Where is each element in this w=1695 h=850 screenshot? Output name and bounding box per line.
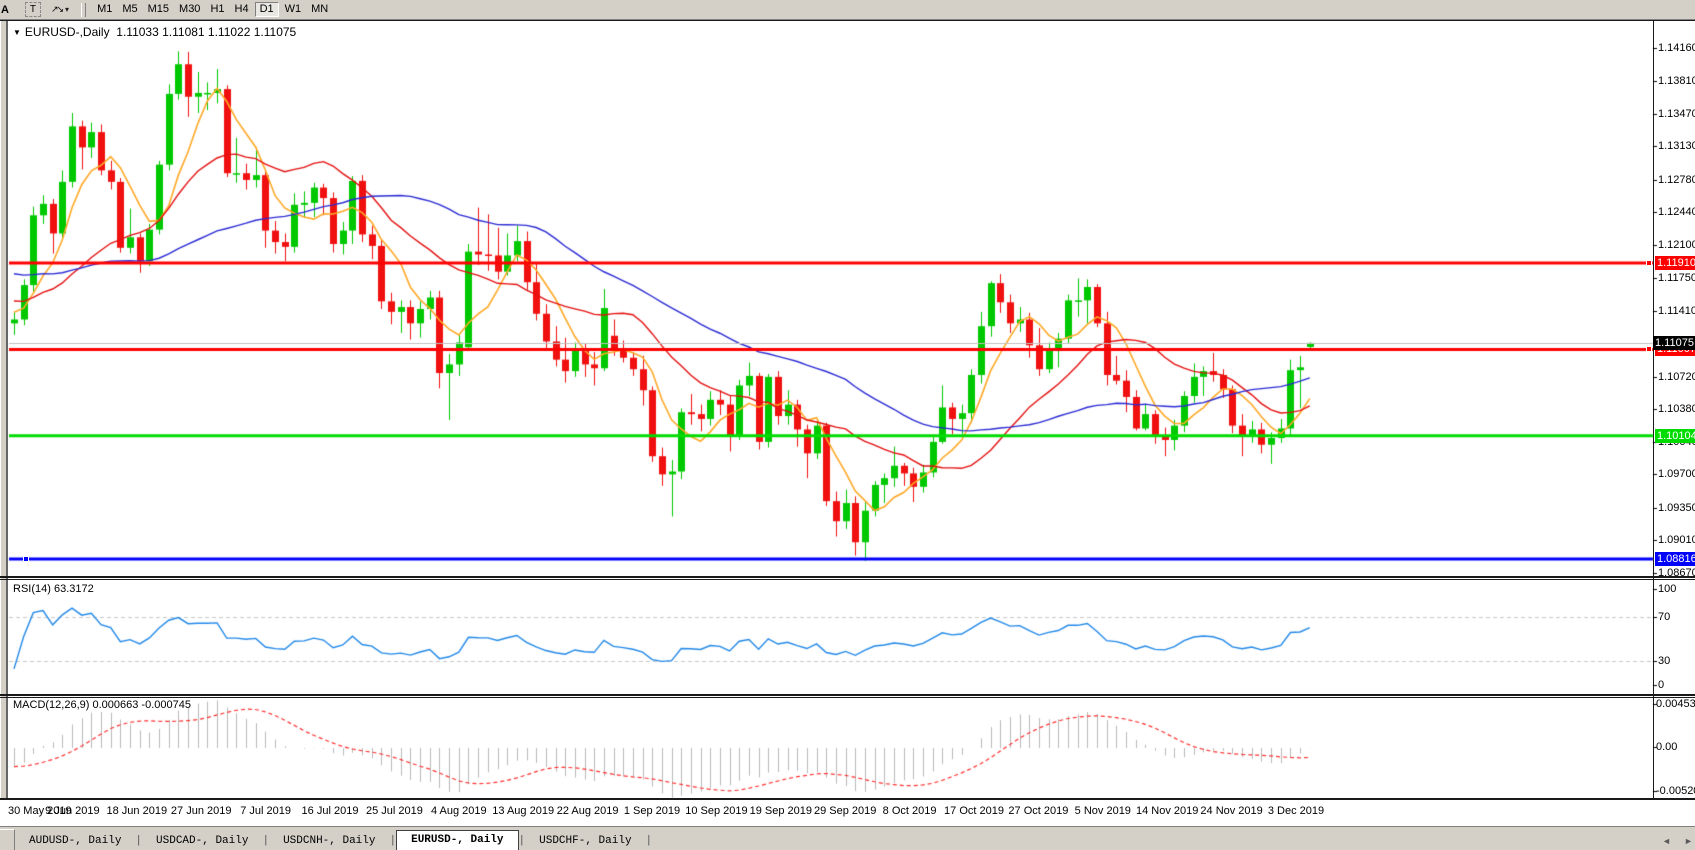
price-tag-1.10104: 1.10104: [1655, 429, 1695, 443]
tab-separator: |: [135, 833, 142, 850]
date-axis-label: 19 Sep 2019: [750, 805, 812, 817]
rsi-level-label: 0: [1658, 679, 1664, 691]
date-axis-label: 16 Jul 2019: [302, 805, 359, 817]
tab-separator: |: [262, 833, 269, 850]
date-axis-label: 24 Nov 2019: [1200, 805, 1262, 817]
macd-caption: MACD(12,26,9) 0.000663 -0.000745: [13, 699, 191, 711]
tab-usdcnh[interactable]: USDCNH-, Daily: [269, 833, 389, 850]
price-axis-label: 1.11750: [1658, 272, 1695, 284]
price-axis-label: 1.09010: [1658, 534, 1695, 546]
hline-handle[interactable]: [1646, 260, 1652, 266]
date-axis-label: 18 Jun 2019: [107, 805, 168, 817]
terminal-window: A T ↗↘ ▾ M1M5M15M30H1H4D1W1MN ▼EURUSD-,D…: [0, 0, 1695, 850]
main-chart-canvas[interactable]: [0, 0, 1695, 850]
date-axis-label: 5 Nov 2019: [1075, 805, 1131, 817]
date-axis-label: 25 Jul 2019: [366, 805, 423, 817]
price-axis-label: 1.09350: [1658, 502, 1695, 514]
tab-bar-stub: [0, 829, 15, 850]
chart-symbol-period: EURUSD-,Daily: [25, 25, 110, 39]
date-axis-label: 8 Oct 2019: [883, 805, 937, 817]
hline-handle[interactable]: [23, 556, 29, 562]
tab-audusd[interactable]: AUDUSD-, Daily: [15, 833, 135, 850]
tab-usdchf[interactable]: USDCHF-, Daily: [525, 833, 645, 850]
date-axis-label: 17 Oct 2019: [944, 805, 1004, 817]
price-axis-label: 1.08670: [1658, 567, 1695, 579]
date-axis-label: 27 Oct 2019: [1008, 805, 1068, 817]
date-axis-label: 3 Dec 2019: [1268, 805, 1324, 817]
date-axis: 30 May 20199 Jun 201918 Jun 201927 Jun 2…: [0, 800, 1695, 826]
tab-separator: |: [389, 833, 396, 850]
price-axis-label: 1.12440: [1658, 206, 1695, 218]
tab-scroll-left-icon[interactable]: ◄: [1662, 836, 1671, 846]
tab-usdcad[interactable]: USDCAD-, Daily: [142, 833, 262, 850]
price-tag-1.08816: 1.08816: [1655, 552, 1695, 566]
date-axis-label: 29 Sep 2019: [814, 805, 876, 817]
date-axis-label: 9 Jun 2019: [45, 805, 99, 817]
price-axis-label: 1.10380: [1658, 403, 1695, 415]
price-axis-label: 1.13130: [1658, 140, 1695, 152]
date-axis-label: 22 Aug 2019: [557, 805, 619, 817]
price-tag-1.11910: 1.11910: [1655, 256, 1695, 270]
price-axis-label: 1.12100: [1658, 239, 1695, 251]
price-axis-label: 1.10720: [1658, 371, 1695, 383]
hline-handle[interactable]: [1646, 346, 1652, 352]
macd-level-label: -0.005205: [1656, 785, 1695, 797]
price-axis-label: 1.09700: [1658, 468, 1695, 480]
date-axis-label: 4 Aug 2019: [431, 805, 487, 817]
date-axis-label: 10 Sep 2019: [685, 805, 747, 817]
price-axis-label: 1.13470: [1658, 108, 1695, 120]
macd-level-label: 0.00: [1656, 741, 1677, 753]
chart-ohlc-values: 1.11033 1.11081 1.11022 1.11075: [116, 25, 296, 39]
tab-eurusd[interactable]: EURUSD-, Daily: [396, 830, 518, 850]
price-axis-label: 1.12780: [1658, 174, 1695, 186]
tab-scroll-right-icon[interactable]: ►: [1684, 836, 1693, 846]
chart-title: ▼ EURUSD-,Daily 1.11033 1.11081 1.11022 1…: [13, 25, 296, 39]
date-axis-label: 14 Nov 2019: [1136, 805, 1198, 817]
collapse-triangle-icon[interactable]: ▼: [13, 28, 21, 37]
date-axis-label: 27 Jun 2019: [171, 805, 232, 817]
price-axis-label: 1.11410: [1658, 305, 1695, 317]
date-axis-label: 7 Jul 2019: [240, 805, 291, 817]
rsi-level-label: 70: [1658, 611, 1670, 623]
current-price-tag: 1.11075: [1653, 336, 1695, 350]
tab-separator: |: [519, 833, 526, 850]
rsi-level-label: 100: [1658, 583, 1676, 595]
price-axis-label: 1.14160: [1658, 42, 1695, 54]
rsi-caption: RSI(14) 63.3172: [13, 583, 94, 595]
chart-tab-bar: AUDUSD-, Daily|USDCAD-, Daily|USDCNH-, D…: [0, 826, 1695, 850]
rsi-level-label: 30: [1658, 655, 1670, 667]
tab-separator: |: [646, 833, 653, 850]
date-axis-label: 1 Sep 2019: [624, 805, 680, 817]
price-axis-label: 1.13810: [1658, 75, 1695, 87]
macd-level-label: 0.004536: [1656, 698, 1695, 710]
date-axis-label: 13 Aug 2019: [492, 805, 554, 817]
